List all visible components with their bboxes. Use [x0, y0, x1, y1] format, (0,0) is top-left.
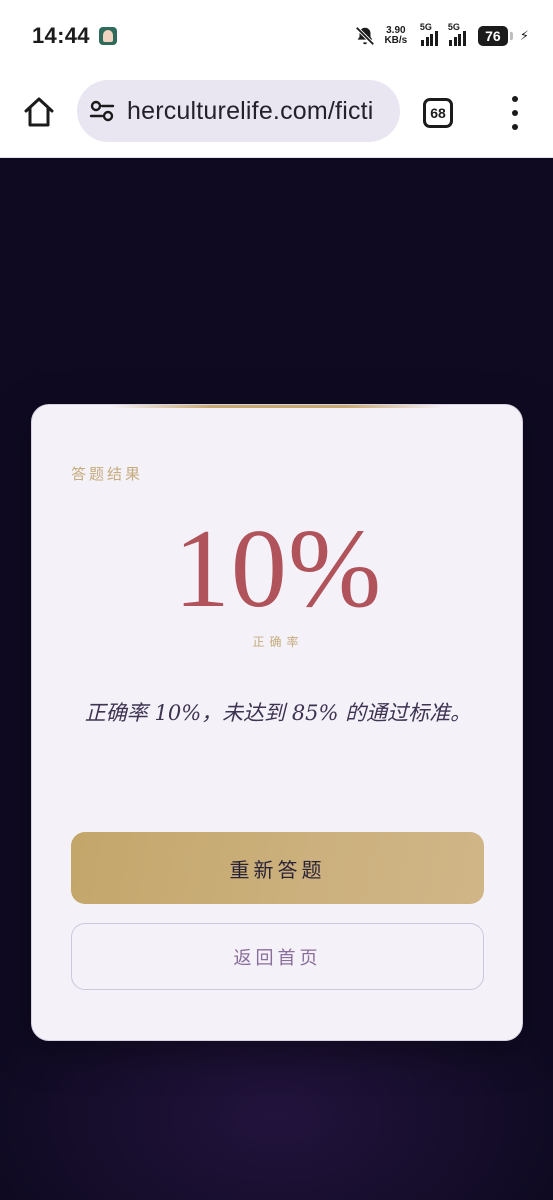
status-indicators: 3.90 KB/s 5G 5G 76 ⚡ — [354, 22, 529, 47]
score-caption: 正确率 — [252, 635, 304, 649]
back-home-button[interactable]: 返回首页 — [71, 923, 484, 990]
result-message: 正确率 10%，未达到 85% 的通过标准。 — [84, 701, 472, 725]
more-menu-icon[interactable] — [508, 96, 522, 130]
score-value: 10% — [173, 507, 383, 631]
site-settings-icon[interactable] — [89, 98, 115, 124]
signal-1-label: 5G — [419, 22, 432, 32]
result-section-label: 答题结果 — [71, 465, 144, 483]
retry-button[interactable]: 重新答题 — [71, 832, 484, 904]
address-bar[interactable]: herculturelife.com/ficti — [77, 80, 400, 142]
tab-switcher-button[interactable]: 68 — [423, 98, 453, 128]
home-icon[interactable] — [22, 95, 56, 129]
charging-icon: ⚡ — [519, 28, 529, 44]
tab-count: 68 — [430, 105, 446, 121]
network-speed: 3.90 KB/s — [382, 26, 410, 46]
status-time: 14:44 — [32, 23, 90, 48]
page-content: 答题结果 10% 正确率 正确率 10%，未达到 85% 的通过标准。 重新答题… — [0, 158, 553, 1200]
result-card: 答题结果 10% 正确率 正确率 10%，未达到 85% 的通过标准。 重新答题… — [31, 404, 523, 1041]
signal-2-icon: 5G — [448, 22, 466, 46]
url-text[interactable]: herculturelife.com/ficti — [127, 97, 374, 126]
signal-2-label: 5G — [447, 22, 460, 32]
mute-bell-icon — [355, 26, 375, 46]
card-accent-line — [112, 405, 444, 408]
battery-icon: 76 — [477, 26, 513, 46]
signal-1-icon: 5G — [420, 22, 438, 46]
app-notification-icon — [98, 27, 117, 45]
battery-level: 76 — [485, 28, 501, 44]
browser-toolbar: herculturelife.com/ficti 68 — [0, 72, 553, 158]
network-speed-unit: KB/s — [384, 35, 408, 46]
status-bar: 14:44 3.90 KB/s 5G 5G 76 ⚡ — [0, 0, 553, 72]
